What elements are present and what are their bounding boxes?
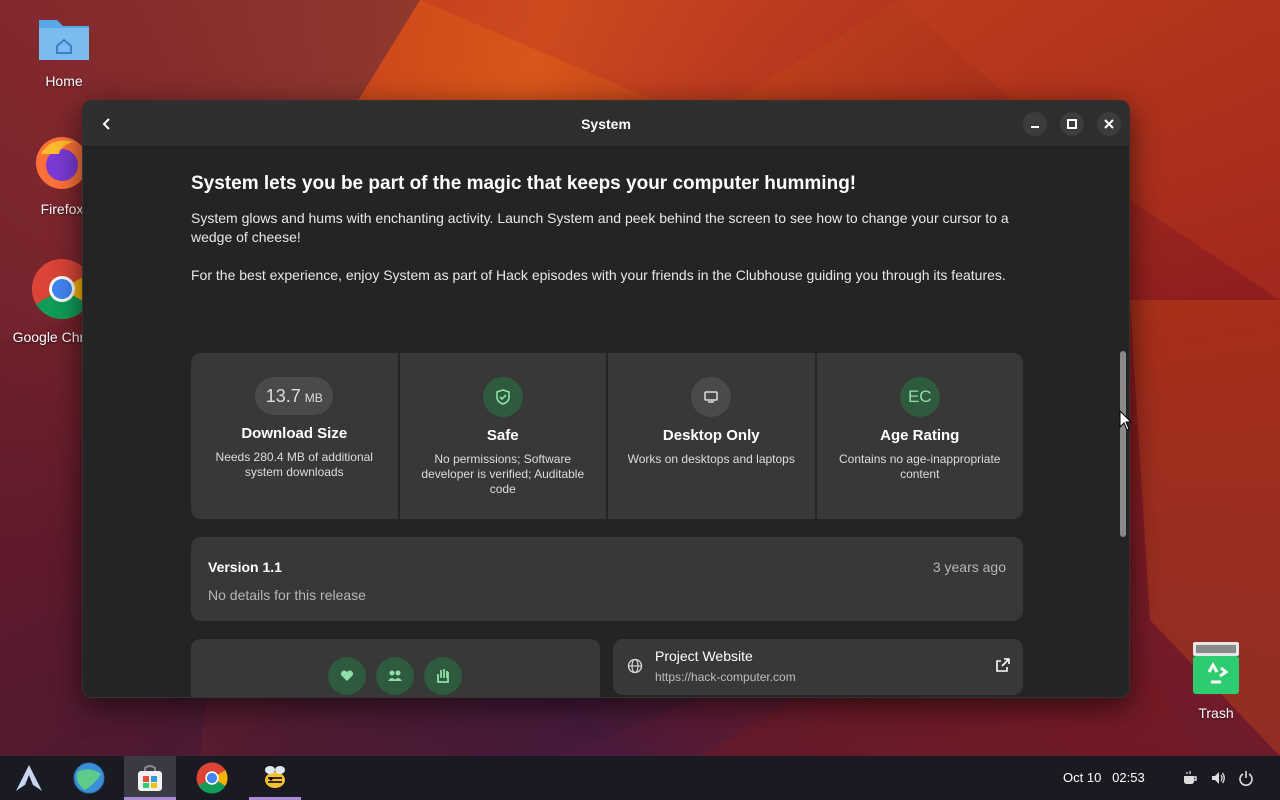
chevron-left-icon (102, 118, 110, 130)
close-button[interactable] (1097, 112, 1121, 136)
heart-icon[interactable] (328, 657, 366, 695)
desktop-icon-label: Trash (1198, 705, 1234, 721)
version-history-row[interactable]: Version 1.1 3 years ago No details for t… (191, 537, 1023, 621)
volume-icon[interactable] (1208, 768, 1228, 788)
tile-age-rating[interactable]: EC Age Rating Contains no age-inappropri… (816, 353, 1023, 519)
close-icon (1104, 119, 1114, 129)
desktop-icon-label: Home (45, 73, 83, 89)
clock-date: Oct 10 (1063, 770, 1102, 785)
version-title: Version 1.1 (208, 559, 282, 575)
feature-tags-card (191, 639, 600, 697)
context-tiles: 13.7 MB Download Size Needs 280.4 MB of … (191, 353, 1023, 519)
tile-title: Age Rating (880, 427, 960, 444)
website-url: https://hack-computer.com (655, 670, 796, 684)
trash-icon (1166, 640, 1266, 699)
hand-icon[interactable] (424, 657, 462, 695)
power-icon[interactable] (1236, 768, 1256, 788)
description-paragraph: For the best experience, enjoy System as… (191, 267, 1006, 283)
tile-description: Works on desktops and laptops (627, 452, 795, 466)
tile-title: Safe (486, 427, 519, 444)
minimize-icon (1031, 126, 1039, 128)
software-store-icon[interactable] (124, 756, 176, 800)
external-link-icon (996, 658, 1010, 672)
back-button[interactable] (93, 110, 121, 138)
coffee-icon[interactable] (1180, 768, 1200, 788)
chrome-icon[interactable] (186, 756, 238, 800)
globe-icon (627, 658, 643, 674)
tile-description: Contains no age-inappropriate content (839, 452, 1001, 481)
tile-download-size[interactable]: 13.7 MB Download Size Needs 280.4 MB of … (191, 353, 398, 519)
desktop-icon (691, 377, 732, 417)
tile-title: Desktop Only (662, 427, 760, 444)
clock-time: 02:53 (1112, 770, 1145, 785)
tile-safe[interactable]: Safe No permissions; Software developer … (399, 353, 606, 519)
tile-description: No permissions; Software developer is ve… (421, 452, 585, 496)
app-details-window: System System lets you be part of the ma… (82, 100, 1130, 698)
page-headline: System lets you be part of the magic tha… (191, 173, 857, 194)
people-icon[interactable] (376, 657, 414, 695)
version-details: No details for this release (208, 587, 366, 603)
maximize-icon (1067, 119, 1077, 129)
details-content: System lets you be part of the magic tha… (83, 153, 1119, 697)
tile-desktop-only[interactable]: Desktop Only Works on desktops and lapto… (608, 353, 815, 519)
maximize-button[interactable] (1060, 112, 1084, 136)
desktop-icon-home[interactable]: Home (14, 12, 114, 89)
scrollbar[interactable] (1120, 351, 1126, 537)
description-paragraph: System glows and hums with enchanting ac… (191, 210, 1009, 245)
tile-description: Needs 280.4 MB of additional system down… (215, 450, 373, 479)
minimize-button[interactable] (1023, 112, 1047, 136)
tile-title: Download Size (241, 425, 348, 442)
download-size-badge: 13.7 MB (255, 377, 334, 415)
download-size-value: 13.7 (265, 385, 301, 406)
age-rating-badge: EC (899, 377, 940, 417)
browser-globe-icon[interactable] (63, 756, 115, 800)
version-date: 3 years ago (932, 559, 1006, 575)
titlebar: System (83, 101, 1129, 147)
cursor-icon (1119, 410, 1133, 431)
project-website-link[interactable]: Project Website https://hack-computer.co… (613, 639, 1023, 695)
shield-check-icon (482, 377, 523, 417)
desktop-icon-trash[interactable]: Trash (1166, 640, 1266, 721)
taskbar: Oct 10 02:53 (0, 756, 1280, 800)
folder-home-icon (14, 12, 114, 67)
window-title: System (581, 115, 631, 132)
arch-menu-icon[interactable] (3, 756, 55, 800)
clock[interactable]: Oct 10 02:53 (1063, 770, 1145, 785)
download-size-unit: MB (304, 390, 323, 405)
website-title: Project Website (655, 648, 753, 664)
hack-bee-icon[interactable] (249, 756, 301, 800)
